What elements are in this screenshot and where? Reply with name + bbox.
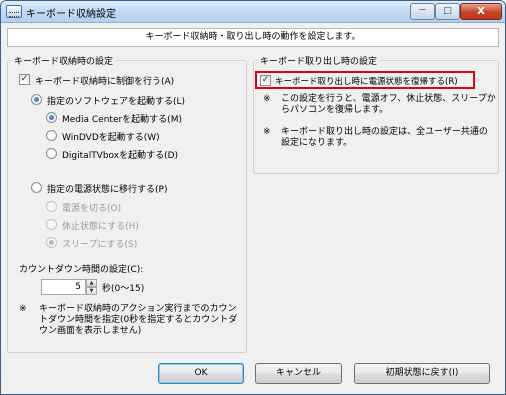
unstow-note-line: この設定を行うと、電源オフ、休止状態、スリープか — [281, 94, 496, 104]
close-button[interactable]: X — [460, 3, 502, 20]
countdown-down-button[interactable]: ▼ — [86, 287, 97, 295]
launch-software-label[interactable]: 指定のソフトウェアを起動する(L) — [47, 94, 185, 107]
digitaltvbox-label[interactable]: DigitalTVboxを起動する(D) — [62, 148, 178, 161]
windvd-radio[interactable] — [46, 130, 57, 141]
window-title: キーボード収納設定 — [26, 9, 116, 20]
power-state-label[interactable]: 指定の電源状態に移行する(P) — [47, 182, 167, 195]
stow-control-label[interactable]: キーボード収納時に制御を行う(A) — [35, 74, 174, 87]
sleep-label[interactable]: スリープにする(S) — [62, 237, 137, 250]
highlight-box — [255, 71, 475, 89]
countdown-note-mark: ※ — [19, 304, 27, 314]
countdown-up-button[interactable]: ▲ — [86, 279, 97, 287]
media-center-label[interactable]: Media Centerを起動する(M) — [62, 112, 182, 125]
hibernate-radio[interactable] — [46, 219, 57, 230]
maximize-button[interactable]: □ — [435, 3, 460, 20]
countdown-unit: 秒(0～15) — [102, 284, 145, 294]
cancel-button[interactable]: キャンセル — [255, 363, 342, 384]
hibernate-label[interactable]: 休止状態にする(H) — [62, 219, 139, 232]
stow-control-checkbox[interactable]: ✓ — [19, 74, 30, 85]
stow-group-title: キーボード収納時の設定 — [11, 54, 117, 67]
sleep-radio[interactable] — [46, 237, 57, 248]
power-off-radio[interactable] — [46, 201, 57, 212]
title-bar[interactable]: キーボード収納設定 － □ X — [1, 1, 505, 23]
power-state-radio[interactable] — [31, 182, 42, 193]
unstow-group-title: キーボード取り出し時の設定 — [257, 54, 381, 67]
countdown-note-line: キーボード収納時のアクション実行までのカウン — [39, 304, 237, 314]
power-off-label[interactable]: 電源を切る(O) — [62, 201, 121, 214]
keyboard-icon — [6, 5, 22, 18]
minimize-button[interactable]: － — [410, 3, 435, 20]
launch-software-radio[interactable] — [31, 94, 42, 105]
countdown-input[interactable]: 5 — [41, 279, 86, 295]
ok-button[interactable]: OK — [158, 363, 244, 384]
unstow-note-line: キーボード取り出し時の設定は、全ユーザー共通の — [281, 127, 488, 137]
unstow-note-line: 設定になります。 — [281, 138, 353, 148]
media-center-radio[interactable] — [46, 112, 57, 123]
reset-defaults-button[interactable]: 初期状態に戻す(I) — [354, 363, 490, 384]
settings-window: キーボード収納設定 － □ X キーボード収納時・取り出し時の動作を設定します。… — [0, 0, 506, 395]
digitaltvbox-radio[interactable] — [46, 148, 57, 159]
countdown-label: カウントダウン時間の設定(C): — [19, 265, 144, 275]
header-description: キーボード収納時・取り出し時の動作を設定します。 — [7, 28, 499, 47]
countdown-note-line: トダウン時間を指定(0秒を指定するとカウントダ — [39, 315, 238, 325]
windvd-label[interactable]: WinDVDを起動する(W) — [62, 130, 160, 143]
unstow-note-mark: ※ — [263, 94, 271, 104]
unstow-note-line: らパソコンを復帰します。 — [281, 105, 389, 115]
unstow-note-mark: ※ — [263, 127, 271, 137]
countdown-note-line: ウン画面を表示しません) — [39, 326, 142, 336]
